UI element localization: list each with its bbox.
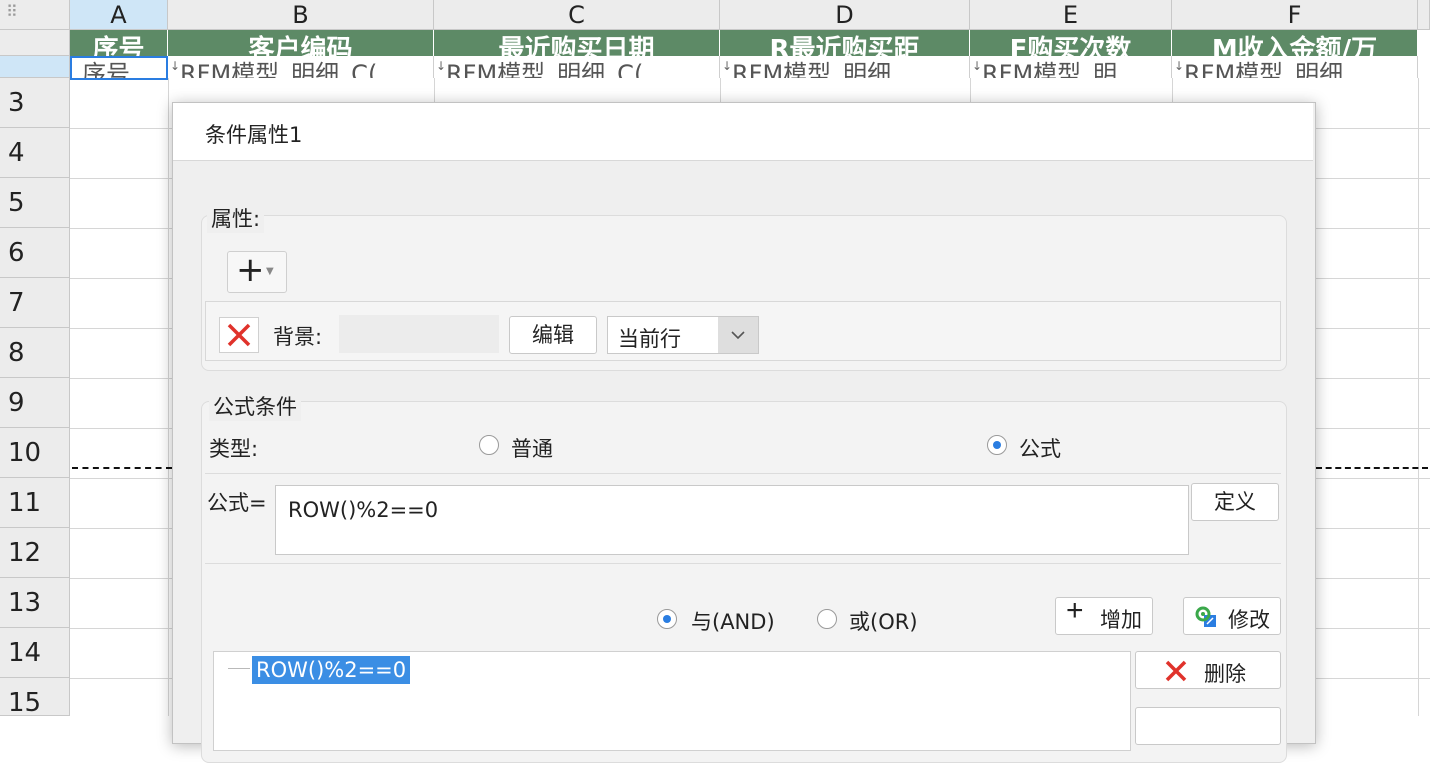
data-cell-text: RFM模型_明细: [732, 60, 892, 78]
chevron-down-icon: [731, 331, 745, 340]
header-cell-c[interactable]: 最近购买日期: [434, 30, 720, 56]
data-cell-text: RFM模型_明细_C(: [446, 60, 644, 78]
remove-property-button[interactable]: [219, 317, 259, 353]
header-cell-f[interactable]: M收入金额/万: [1172, 30, 1418, 56]
data-cell-b[interactable]: ↓ RFM模型_明细_C(: [168, 56, 434, 78]
dropdown-button[interactable]: [718, 317, 758, 353]
gridline: [168, 78, 169, 716]
row-header[interactable]: 3: [0, 78, 70, 128]
select-all-corner[interactable]: ⠿: [0, 0, 70, 30]
modify-condition-label: 修改: [1228, 609, 1270, 632]
formula-input-value: ROW()%2==0: [288, 498, 439, 522]
background-label: 背景:: [273, 325, 323, 349]
expand-down-icon: ↓: [1174, 59, 1185, 73]
data-cell-f[interactable]: ↓ RFM模型_明细: [1172, 56, 1418, 78]
header-cell-d[interactable]: R最近购买距: [720, 30, 970, 56]
column-header-c[interactable]: C: [434, 0, 720, 30]
divider: [205, 563, 1281, 564]
row-header[interactable]: 13: [0, 578, 70, 628]
expand-down-icon: ↓: [436, 59, 447, 73]
formula-label: 公式=: [207, 491, 267, 515]
close-red-icon: [1165, 660, 1187, 682]
formula-input[interactable]: ROW()%2==0: [275, 485, 1189, 555]
define-button[interactable]: 定义: [1191, 483, 1279, 521]
tree-branch-line: [228, 668, 250, 669]
plus-icon: +: [1066, 594, 1084, 627]
add-property-button[interactable]: + ▼: [227, 250, 287, 293]
gridline: [1418, 78, 1419, 716]
header-cell-b[interactable]: 客户编码: [168, 30, 434, 56]
row-header[interactable]: 11: [0, 478, 70, 528]
row-header[interactable]: 10: [0, 428, 70, 478]
column-header-a[interactable]: A: [70, 0, 168, 30]
column-header-next[interactable]: [1418, 0, 1430, 30]
row-header[interactable]: 5: [0, 178, 70, 228]
page-break-line: [1316, 467, 1428, 469]
row-header[interactable]: 4: [0, 128, 70, 178]
row-header[interactable]: 8: [0, 328, 70, 378]
row-header[interactable]: 7: [0, 278, 70, 328]
type-formula-radio[interactable]: [987, 435, 1007, 455]
caret-down-icon: ▼: [266, 266, 274, 277]
dialog-title-bar[interactable]: 条件属性1: [173, 103, 1313, 161]
edit-button[interactable]: 编辑: [509, 316, 597, 354]
row-header[interactable]: 6: [0, 228, 70, 278]
divider: [205, 473, 1281, 474]
column-header-d[interactable]: D: [720, 0, 970, 30]
type-formula-label[interactable]: 公式: [1019, 433, 1061, 463]
type-label: 类型:: [209, 437, 259, 461]
data-cell-e[interactable]: ↓ RFM模型_明: [970, 56, 1172, 78]
and-label[interactable]: 与(AND): [691, 606, 775, 636]
data-cell-d[interactable]: ↓ RFM模型_明细: [720, 56, 970, 78]
expand-down-icon: ↓: [722, 59, 733, 73]
type-normal-label[interactable]: 普通: [511, 433, 553, 463]
page-break-line: [72, 467, 172, 469]
delete-condition-button[interactable]: 删除: [1135, 651, 1281, 689]
plus-icon: +: [236, 250, 265, 290]
or-label[interactable]: 或(OR): [849, 606, 918, 636]
header-cell-e[interactable]: F购买次数: [970, 30, 1172, 56]
row-header[interactable]: 14: [0, 628, 70, 678]
scope-select[interactable]: 当前行: [607, 316, 759, 354]
or-radio[interactable]: [817, 609, 837, 629]
row-header[interactable]: 9: [0, 378, 70, 428]
expand-down-icon: ↓: [170, 59, 181, 73]
expand-down-icon: ↓: [972, 59, 983, 73]
gear-edit-icon: [1195, 606, 1216, 627]
add-condition-button[interactable]: + 增加: [1055, 594, 1153, 635]
column-header-e[interactable]: E: [970, 0, 1172, 30]
row-header-2[interactable]: [0, 56, 70, 78]
close-red-icon: [227, 323, 251, 347]
column-header-b[interactable]: B: [168, 0, 434, 30]
formula-condition-group-label: 公式条件: [209, 391, 301, 421]
next-action-button[interactable]: [1135, 707, 1281, 745]
delete-condition-label: 删除: [1204, 663, 1246, 686]
dialog-title: 条件属性1: [205, 123, 303, 147]
row-header-1[interactable]: [0, 30, 70, 56]
modify-condition-button[interactable]: 修改: [1183, 597, 1281, 635]
data-cell-text: RFM模型_明细_C(: [180, 60, 378, 78]
add-condition-label: 增加: [1100, 609, 1142, 632]
and-radio[interactable]: [657, 609, 677, 629]
background-preview: [339, 315, 499, 353]
properties-group-label: 属性:: [207, 203, 265, 233]
header-cell-a[interactable]: 序号: [70, 30, 168, 56]
condition-attribute-dialog[interactable]: 条件属性1 属性: + ▼ 背景: 编辑 当前行 公式条件 类型: 普通 公式 …: [172, 102, 1316, 763]
row-header[interactable]: 12: [0, 528, 70, 578]
grid-dots-icon: ⠿: [6, 2, 18, 21]
row-header[interactable]: 15: [0, 678, 70, 716]
column-header-f[interactable]: F: [1172, 0, 1418, 30]
condition-item-selected[interactable]: ROW()%2==0: [252, 656, 411, 684]
selected-cell-border: [70, 56, 168, 80]
data-cell-text: RFM模型_明: [982, 60, 1118, 78]
scope-select-value: 当前行: [618, 327, 681, 351]
data-cell-text: RFM模型_明细: [1184, 60, 1344, 78]
type-normal-radio[interactable]: [479, 435, 499, 455]
condition-list[interactable]: ROW()%2==0: [213, 651, 1131, 751]
data-cell-c[interactable]: ↓ RFM模型_明细_C(: [434, 56, 720, 78]
